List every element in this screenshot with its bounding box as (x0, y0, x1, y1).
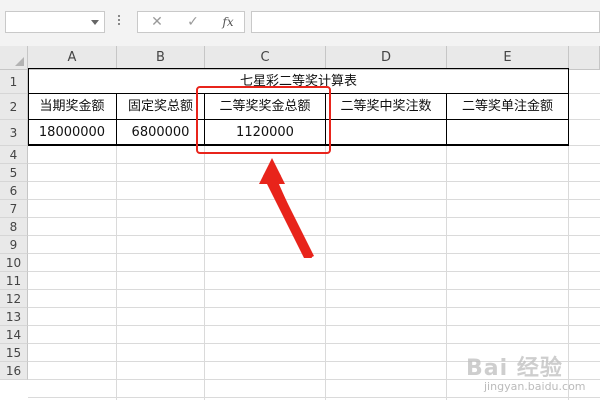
formula-buttons: ✕ ✓ fx (137, 11, 245, 33)
cell-b3[interactable]: 6800000 (117, 120, 205, 146)
formula-input[interactable] (251, 11, 600, 33)
column-header-f[interactable] (569, 46, 600, 70)
watermark-logo: Bai 经验 (466, 356, 563, 381)
grid-line (28, 235, 600, 236)
grid-line (28, 181, 600, 182)
row-header-2[interactable]: 2 (0, 94, 28, 120)
cell-d2[interactable]: 二等奖中奖注数 (326, 94, 447, 120)
row-header-8[interactable]: 8 (0, 218, 28, 236)
row-header-1[interactable]: 1 (0, 70, 28, 94)
row-header-13[interactable]: 13 (0, 308, 28, 326)
name-box[interactable] (5, 11, 105, 33)
row-header-11[interactable]: 11 (0, 272, 28, 290)
grid-line (28, 325, 600, 326)
column-header-d[interactable]: D (326, 46, 447, 70)
insert-function-icon[interactable]: fx (213, 12, 243, 32)
grid-line (28, 289, 600, 290)
cell-e3[interactable] (447, 120, 569, 146)
row-header-16[interactable]: 16 (0, 362, 28, 380)
grid-line (28, 271, 600, 272)
grid-line (28, 307, 600, 308)
cell-d3[interactable] (326, 120, 447, 146)
grid-line (28, 253, 600, 254)
row-header-6[interactable]: 6 (0, 182, 28, 200)
cell-e2[interactable]: 二等奖单注金额 (447, 94, 569, 120)
row-header-10[interactable]: 10 (0, 254, 28, 272)
column-header-e[interactable]: E (447, 46, 569, 70)
formula-bar: ✕ ✓ fx (0, 0, 600, 46)
grid-line (28, 343, 600, 344)
select-all-icon (15, 57, 24, 66)
row-header-3[interactable]: 3 (0, 120, 28, 146)
row-header-7[interactable]: 7 (0, 200, 28, 218)
column-header-c[interactable]: C (205, 46, 326, 70)
row-header-12[interactable]: 12 (0, 290, 28, 308)
row-header-14[interactable]: 14 (0, 326, 28, 344)
row-header-9[interactable]: 9 (0, 236, 28, 254)
cell-a3[interactable]: 18000000 (28, 120, 117, 146)
watermark: Bai 经验 jingyan.baidu.com (466, 350, 598, 398)
enter-icon[interactable]: ✓ (178, 12, 208, 32)
highlight-box (196, 86, 331, 154)
grid-line (28, 199, 600, 200)
cancel-icon[interactable]: ✕ (142, 12, 172, 32)
chevron-down-icon[interactable] (91, 20, 99, 25)
drag-handle-icon[interactable] (117, 13, 121, 31)
column-header-a[interactable]: A (28, 46, 117, 70)
cell-a2[interactable]: 当期奖金额 (28, 94, 117, 120)
row-header-5[interactable]: 5 (0, 164, 28, 182)
grid-line (28, 163, 600, 164)
cell-b2[interactable]: 固定奖总额 (117, 94, 205, 120)
row-header-4[interactable]: 4 (0, 146, 28, 164)
row-header-15[interactable]: 15 (0, 344, 28, 362)
grid-line (28, 217, 600, 218)
column-header-b[interactable]: B (117, 46, 205, 70)
watermark-url: jingyan.baidu.com (484, 380, 586, 393)
select-all-corner[interactable] (0, 46, 28, 70)
